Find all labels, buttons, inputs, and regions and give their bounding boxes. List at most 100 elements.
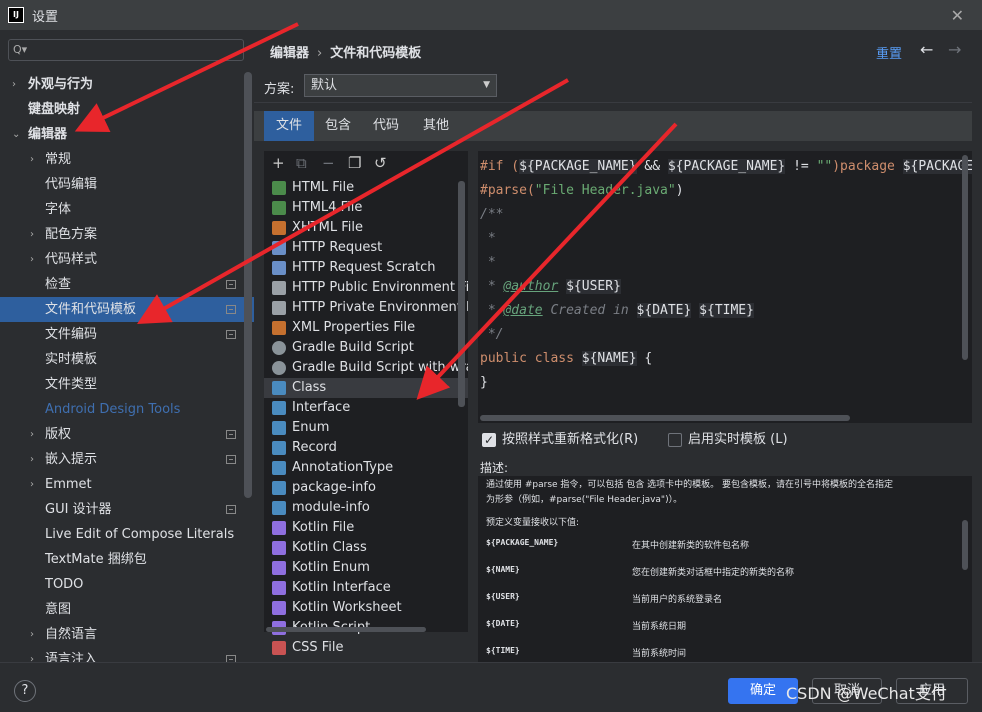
template-list-label: HTTP Public Environment File [292,280,468,295]
copy-template-icon[interactable]: ⧉ [296,154,307,172]
sidebar-item[interactable]: 键盘映射 [0,97,254,122]
code-line: * @date Created in ${DATE} ${TIME} [480,303,754,318]
template-list-item[interactable]: XHTML File [264,218,468,238]
template-list-item[interactable]: Kotlin Worksheet [264,598,468,618]
editor-scrollbar[interactable] [962,155,968,360]
template-list-label: Enum [292,420,330,435]
template-list-item[interactable]: HTML File [264,178,468,198]
variable-name: ${DATE} [486,619,520,628]
list-scrollbar[interactable] [458,181,465,407]
tab-other[interactable]: 其他 [410,111,462,141]
kotlin-icon [272,541,286,555]
template-list-item[interactable]: Kotlin Enum [264,558,468,578]
template-list-item[interactable]: package-info [264,478,468,498]
main-panel: 编辑器 › 文件和代码模板 重置 ← → 方案: 默认 ▼ 文件 包含 代码 其他 … [254,30,982,662]
sidebar-item[interactable]: Android Design Tools [0,397,254,422]
checkbox-checked-icon [482,432,496,448]
sidebar-item[interactable]: › Emmet [0,472,254,497]
sidebar-item[interactable]: 代码编辑 [0,172,254,197]
template-list-item[interactable]: Kotlin File [264,518,468,538]
chevron-right-icon[interactable]: › [30,447,34,472]
chevron-right-icon[interactable]: › [30,622,34,647]
breadcrumb-root[interactable]: 编辑器 [270,46,309,61]
template-list-item[interactable]: HTML4 File [264,198,468,218]
sidebar-item[interactable]: › 配色方案 [0,222,254,247]
template-list-item[interactable]: Interface [264,398,468,418]
scheme-dropdown[interactable]: 默认 ▼ [304,74,497,97]
sidebar-item[interactable]: 检查 [0,272,254,297]
template-list-label: HTTP Request Scratch [292,260,436,275]
template-list-item[interactable]: HTTP Public Environment File [264,278,468,298]
sidebar-item[interactable]: 字体 [0,197,254,222]
sidebar-item[interactable]: TODO [0,572,254,597]
duplicate-icon[interactable]: ❐ [348,154,361,172]
description-intro: 通过使用 #parse 指令，可以包括 包含 选项卡中的模板。 要包含模板，请在… [486,480,894,490]
template-list-item[interactable]: module-info [264,498,468,518]
chevron-down-icon[interactable]: ⌄ [12,122,20,147]
sidebar-item[interactable]: 文件和代码模板 [0,297,254,322]
sidebar-item[interactable]: Live Edit of Compose Literals [0,522,254,547]
chevron-right-icon[interactable]: › [30,422,34,447]
tab-code[interactable]: 代码 [362,111,410,141]
help-button[interactable]: ? [14,680,36,702]
template-list-item[interactable]: Enum [264,418,468,438]
settings-search-input[interactable]: Q▾ [8,39,244,61]
template-list-item[interactable]: HTTP Private Environment File [264,298,468,318]
chevron-down-icon: ▼ [483,80,490,90]
template-list-item[interactable]: Class [264,378,468,398]
template-list-item[interactable]: Gradle Build Script [264,338,468,358]
back-arrow-icon[interactable]: ← [920,40,933,59]
template-list-item[interactable]: HTTP Request [264,238,468,258]
remove-icon[interactable]: − [322,154,335,172]
sidebar-item[interactable]: 文件类型 [0,372,254,397]
scheme-value: 默认 [311,78,338,93]
variable-name: ${NAME} [486,565,520,574]
kotlin-icon [272,601,286,615]
template-code-editor[interactable]: #if (${PACKAGE_NAME} && ${PACKAGE_NAME} … [478,151,972,423]
template-list-item[interactable]: Kotlin Interface [264,578,468,598]
xhtml-icon [272,221,286,235]
reset-link[interactable]: 重置 [876,43,902,62]
sidebar-item[interactable]: GUI 设计器 [0,497,254,522]
template-list-item[interactable]: Gradle Build Script with wrapp [264,358,468,378]
breadcrumb: 编辑器 › 文件和代码模板 [270,42,421,61]
sidebar-item[interactable]: › 嵌入提示 [0,447,254,472]
sidebar-item[interactable]: ⌄ 编辑器 [0,122,254,147]
sidebar-item[interactable]: › 自然语言 [0,622,254,647]
template-list-item[interactable]: XML Properties File [264,318,468,338]
chevron-right-icon[interactable]: › [30,222,34,247]
sidebar-scrollbar[interactable] [244,72,252,498]
sidebar-item[interactable]: › 版权 [0,422,254,447]
forward-arrow-icon[interactable]: → [948,40,961,59]
sidebar-item[interactable]: 文件编码 [0,322,254,347]
description-scrollbar[interactable] [962,520,968,570]
sidebar-item[interactable]: 意图 [0,597,254,622]
sidebar-item-label: 文件类型 [45,377,98,392]
sidebar-item[interactable]: 实时模板 [0,347,254,372]
tab-files[interactable]: 文件 [264,111,314,141]
chevron-right-icon[interactable]: › [30,472,34,497]
editor-horizontal-scrollbar[interactable] [480,415,850,421]
sidebar-item-label: 版权 [45,427,72,442]
project-scope-icon [226,455,236,464]
sidebar-item[interactable]: TextMate 捆绑包 [0,547,254,572]
template-list-item[interactable]: Kotlin Class [264,538,468,558]
sidebar-item[interactable]: › 代码样式 [0,247,254,272]
list-horizontal-scrollbar[interactable] [266,627,426,632]
java-class-icon [272,441,286,455]
template-list-item[interactable]: AnnotationType [264,458,468,478]
sidebar-item-label: GUI 设计器 [45,502,112,517]
chevron-right-icon[interactable]: › [30,247,34,272]
template-list-item[interactable]: CSS File [264,638,468,658]
chevron-right-icon[interactable]: › [30,147,34,172]
tab-includes[interactable]: 包含 [314,111,362,141]
template-list-item[interactable]: HTTP Request Scratch [264,258,468,278]
project-scope-icon [226,505,236,514]
reset-icon[interactable]: ↺ [374,154,387,172]
chevron-right-icon[interactable]: › [12,72,16,97]
close-icon[interactable]: ✕ [951,6,964,25]
sidebar-item[interactable]: › 外观与行为 [0,72,254,97]
sidebar-item[interactable]: › 常规 [0,147,254,172]
add-icon[interactable]: + [272,154,285,172]
template-list-item[interactable]: Record [264,438,468,458]
